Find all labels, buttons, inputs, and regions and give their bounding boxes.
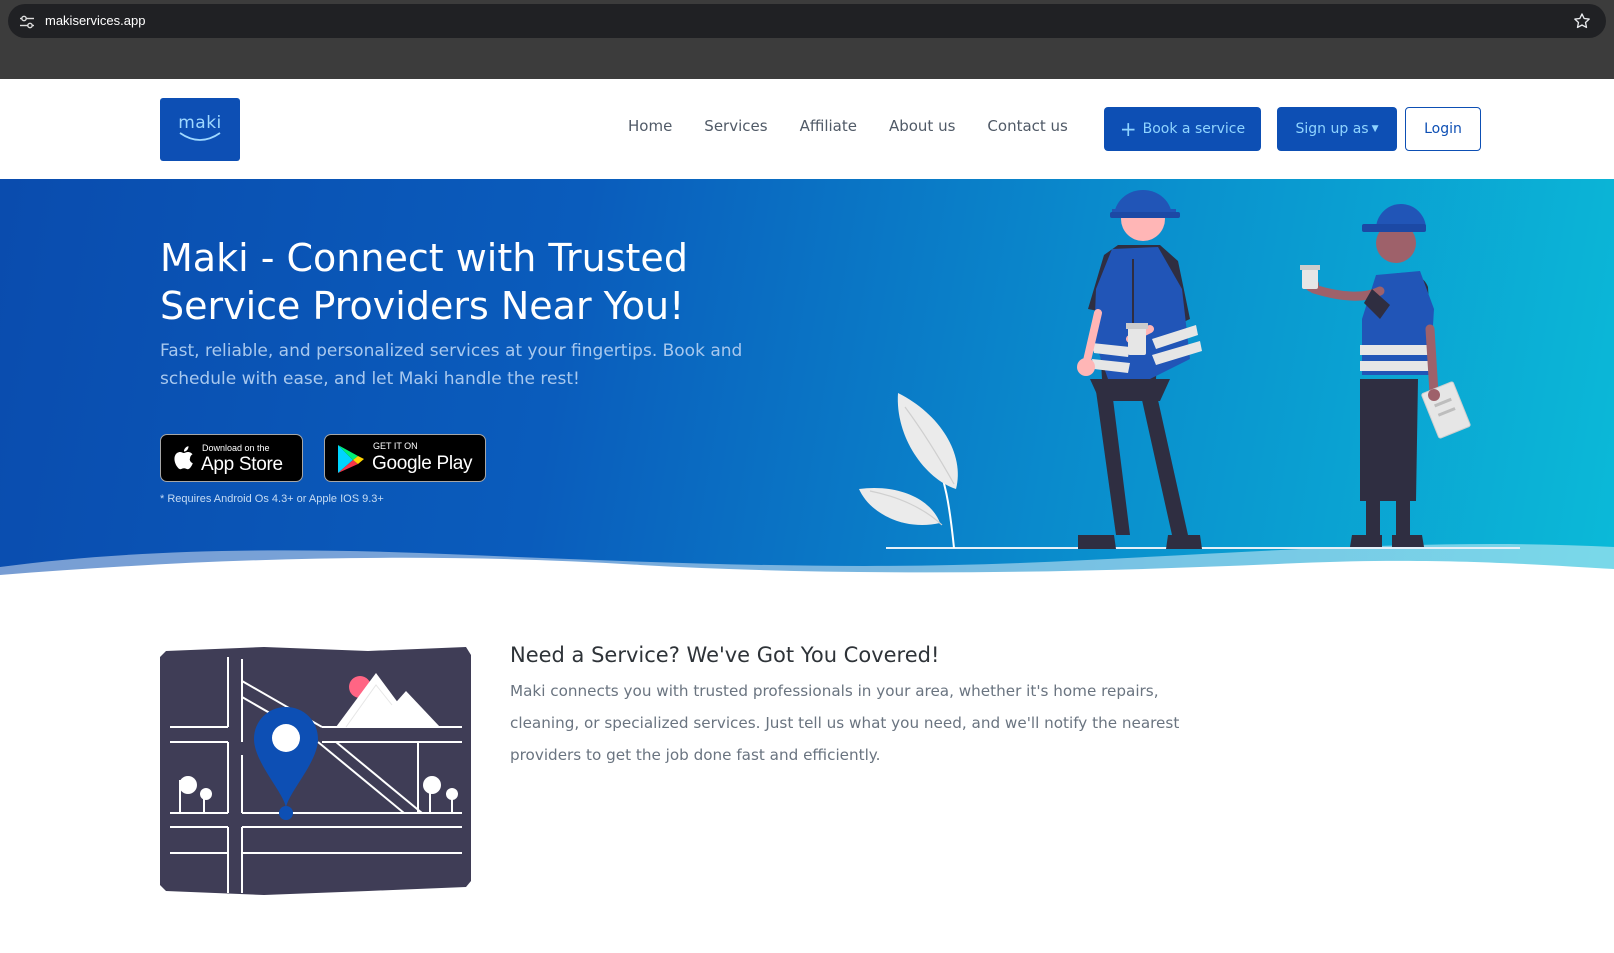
browser-chrome: makiservices.app [0, 0, 1614, 79]
apple-icon [174, 446, 193, 470]
address-bar[interactable]: makiservices.app [8, 4, 1606, 38]
login-label: Login [1424, 121, 1462, 137]
star-icon[interactable] [1572, 11, 1592, 31]
plus-icon: + [1119, 117, 1137, 141]
google-play-icon [338, 445, 364, 473]
book-service-button[interactable]: + Book a service [1104, 107, 1261, 151]
site-navbar: maki Home Services Affiliate About us Co… [0, 79, 1614, 179]
nav-contact-us[interactable]: Contact us [987, 117, 1067, 135]
google-play-big-text: Google Play [372, 453, 473, 474]
feature-title: Need a Service? We've Got You Covered! [510, 643, 940, 667]
sign-up-label: Sign up as [1295, 121, 1369, 137]
worker-right [1300, 204, 1471, 547]
feature-description: Maki connects you with trusted professio… [510, 682, 1180, 764]
map-illustration [160, 647, 471, 895]
google-play-button[interactable]: GET IT ON Google Play [324, 434, 486, 482]
url-text[interactable]: makiservices.app [45, 13, 145, 28]
app-store-button[interactable]: Download on the App Store [160, 434, 303, 482]
hero-section: Maki - Connect with Trusted Service Prov… [0, 179, 1614, 597]
caret-down-icon: ▼ [1371, 124, 1379, 134]
book-service-label: Book a service [1142, 121, 1246, 137]
sign-up-dropdown-button[interactable]: Sign up as ▼ [1277, 107, 1397, 151]
nav-affiliate[interactable]: Affiliate [800, 117, 857, 135]
hero-title: Maki - Connect with Trusted Service Prov… [160, 236, 688, 328]
smile-icon [179, 132, 221, 141]
logo-text: maki [178, 113, 222, 133]
requirements-note: * Requires Android Os 4.3+ or Apple IOS … [160, 493, 384, 505]
tune-icon[interactable] [19, 14, 35, 29]
nav-services[interactable]: Services [704, 117, 767, 135]
google-play-small-text: GET IT ON [373, 441, 418, 451]
hero-subtitle: Fast, reliable, and personalized service… [160, 341, 743, 389]
nav-home[interactable]: Home [628, 117, 672, 135]
leaf-bottom [859, 487, 940, 525]
app-store-big-text: App Store [201, 454, 283, 475]
nav-links: Home Services Affiliate About us Contact… [628, 117, 1100, 135]
wave-front [0, 557, 1614, 597]
maki-logo[interactable]: maki [160, 98, 240, 161]
nav-about-us[interactable]: About us [889, 117, 955, 135]
worker-left [1077, 190, 1202, 549]
login-button[interactable]: Login [1405, 107, 1481, 151]
app-store-small-text: Download on the [202, 443, 270, 453]
